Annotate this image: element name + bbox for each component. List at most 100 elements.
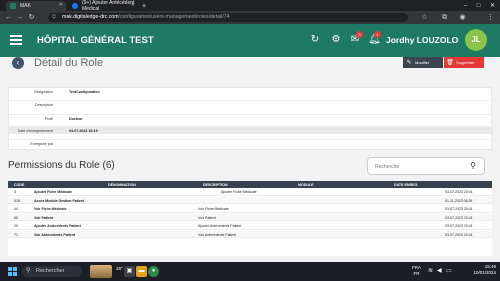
task-view-icon[interactable]: ▣	[124, 266, 135, 277]
search-icon[interactable]: ⚲	[467, 160, 479, 172]
bookmark-icon[interactable]: ☆	[420, 13, 429, 22]
page-title: Détail du Role	[34, 57, 104, 69]
avatar[interactable]: JL	[465, 29, 487, 51]
field-value: 04-07-2023 15:19	[69, 129, 98, 133]
user-name[interactable]: Jordhy LOUZOLO	[386, 35, 458, 45]
field-label: Désignation	[34, 90, 53, 94]
field-label: Enrégistré par	[30, 142, 53, 146]
field-value: TestConfiguration	[69, 90, 100, 94]
cell-name: Ajouter Antécédents Patient	[34, 224, 81, 228]
refresh-icon[interactable]: ↻	[309, 34, 321, 46]
permissions-table: CODE DÉNOMINATION DESCRIPTION MODULE DAT…	[8, 181, 492, 256]
field-row: Description	[9, 100, 493, 108]
cell-date: 03-07-2023 20:41	[445, 224, 473, 228]
url-path: /configuration/users-management/roles/de…	[118, 14, 230, 20]
field-label: Date d'enregistrement	[17, 129, 53, 133]
weather-temp: 28°	[116, 266, 123, 271]
field-label: Description	[35, 103, 53, 107]
tab-title: MAK	[20, 3, 31, 9]
forward-nav-icon[interactable]: →	[15, 13, 24, 22]
trash-icon: 🗑︎	[446, 60, 454, 66]
browser-tab-active[interactable]: MAK ✕	[6, 1, 66, 11]
modify-button[interactable]: ✎ Modifier	[403, 57, 443, 68]
column-header-module[interactable]: MODULE	[298, 183, 314, 187]
cell-code: 71	[14, 232, 18, 237]
cell-description: Voir Antécédents Patient	[198, 232, 237, 237]
field-row: Date d'enregistrement 04-07-2023 15:19	[9, 126, 493, 134]
cell-date: 03-07-2023 20:41	[445, 207, 473, 211]
taskbar-search[interactable]: ⚲ Rechercher	[22, 266, 82, 277]
search-input[interactable]	[373, 161, 468, 172]
back-button[interactable]: ‹	[12, 57, 24, 69]
cell-code: 65	[14, 215, 18, 220]
menu-icon[interactable]	[10, 35, 22, 45]
delete-button[interactable]: 🗑︎ Supprimer	[444, 57, 484, 68]
column-header-code[interactable]: CODE	[14, 183, 24, 187]
field-row: Enrégistré par	[9, 139, 493, 147]
column-header-description[interactable]: DESCRIPTION	[203, 183, 228, 187]
cell-description: Ajouter Antécédents Patient	[198, 224, 242, 228]
file-explorer-icon[interactable]: ▬	[136, 266, 147, 277]
volume-icon[interactable]: ◀	[437, 267, 442, 274]
cell-description: Voir Patient	[198, 215, 216, 220]
os-taskbar: ⚲ Rechercher 28° ▣ ▬ ● FRA FR ≋ ◀ ▭ 15:4…	[0, 262, 500, 281]
browser-tab-bar: MAK ✕ (9+) Ajouter Antécédent Médical ✕ …	[0, 0, 500, 12]
table-row[interactable]: 29 Ajouter Antécédents Patient Ajouter A…	[8, 222, 492, 230]
tab-favicon-icon	[72, 3, 78, 9]
table-row[interactable]: 44 Voir Fiche Médicale Voir Fiche Médica…	[8, 205, 492, 213]
cell-name: Voir Patient	[34, 215, 54, 220]
clock-date: 10/01/2024	[473, 270, 496, 275]
wifi-icon[interactable]: ≋	[428, 267, 433, 274]
tab-close-icon[interactable]: ✕	[59, 2, 63, 8]
table-row[interactable]: 65 Voir Patient Voir Patient 03-07-2023 …	[8, 213, 492, 221]
notifications-badge: 1	[374, 31, 381, 38]
settings-icon[interactable]: ⚙	[330, 34, 342, 46]
language-indicator[interactable]: FRA FR	[412, 265, 421, 277]
browser-menu-icon[interactable]: ⋮	[486, 13, 495, 22]
close-window-icon[interactable]: ✕	[486, 0, 499, 11]
cell-name: Voir Fiche Médicale	[34, 207, 67, 211]
cell-name: Ajouter Fiche Médicale	[34, 190, 73, 194]
browser-tab-inactive[interactable]: (9+) Ajouter Antécédent Médical ✕	[68, 0, 138, 12]
table-row[interactable]: 71 Voir Antécédents Patient Voir Antécéd…	[8, 230, 492, 238]
cell-description: Ajouter Fiche Médicale	[221, 190, 257, 194]
messages-badge: 3	[356, 31, 363, 38]
extensions-icon[interactable]: ⧉	[440, 13, 449, 22]
field-row: Profil Docteur	[9, 114, 493, 122]
page-title-bar: ‹ Détail du Role ✎ Modifier 🗑︎ Supprimer	[0, 57, 500, 71]
search-box: ⚲	[367, 157, 485, 175]
weather-widget-icon[interactable]	[90, 265, 112, 278]
column-header-date[interactable]: DATE ENREG.	[394, 183, 418, 187]
url-field[interactable]: ⛭ mak.digitaledge-drc.com/configuration/…	[48, 13, 408, 22]
table-header: CODE DÉNOMINATION DESCRIPTION MODULE DAT…	[8, 181, 492, 188]
chrome-icon[interactable]: ●	[148, 266, 159, 277]
cell-date: 03-07-2023 20:41	[445, 232, 473, 237]
cell-date: 03-07-2023 20:41	[445, 215, 473, 220]
new-tab-button[interactable]: +	[140, 1, 150, 11]
edit-icon: ✎	[406, 60, 412, 66]
reload-icon[interactable]: ↻	[27, 13, 36, 22]
battery-icon[interactable]: ▭	[446, 267, 452, 274]
table-row[interactable]: 3 Ajouter Fiche Médicale Ajouter Fiche M…	[8, 188, 492, 196]
site-info-icon[interactable]: ⛭	[52, 13, 56, 22]
minimize-icon[interactable]: –	[459, 0, 472, 11]
table-row[interactable]: 518 Accès Module Gestion Patient 01-11-2…	[8, 196, 492, 204]
cell-date: 03-07-2023 20:41	[445, 190, 473, 194]
windows-start-icon[interactable]	[8, 267, 17, 276]
clock[interactable]: 15:49 10/01/2024	[473, 264, 496, 276]
app-header: HÔPITAL GÉNÉRAL TEST ↻ ⚙ ✉ 3 🔔︎ 1 Jordhy…	[0, 24, 500, 57]
field-label: Profil	[44, 117, 53, 121]
hospital-name: HÔPITAL GÉNÉRAL TEST	[37, 35, 154, 46]
profile-icon[interactable]: ◉	[458, 13, 467, 22]
cell-description: Voir Fiche Médicale	[198, 207, 229, 211]
cell-date: 01-11-2023 06:25	[445, 198, 473, 203]
back-nav-icon[interactable]: ←	[4, 13, 13, 22]
column-header-name[interactable]: DÉNOMINATION	[108, 183, 136, 187]
cell-code: 44	[14, 207, 18, 211]
cell-code: 518	[14, 198, 20, 203]
tab-close-icon[interactable]: ✕	[131, 2, 135, 8]
search-icon: ⚲	[26, 268, 31, 274]
permissions-title: Permissions du Role (6)	[8, 160, 115, 171]
maximize-icon[interactable]: □	[472, 0, 485, 11]
tab-favicon-icon	[10, 3, 16, 9]
